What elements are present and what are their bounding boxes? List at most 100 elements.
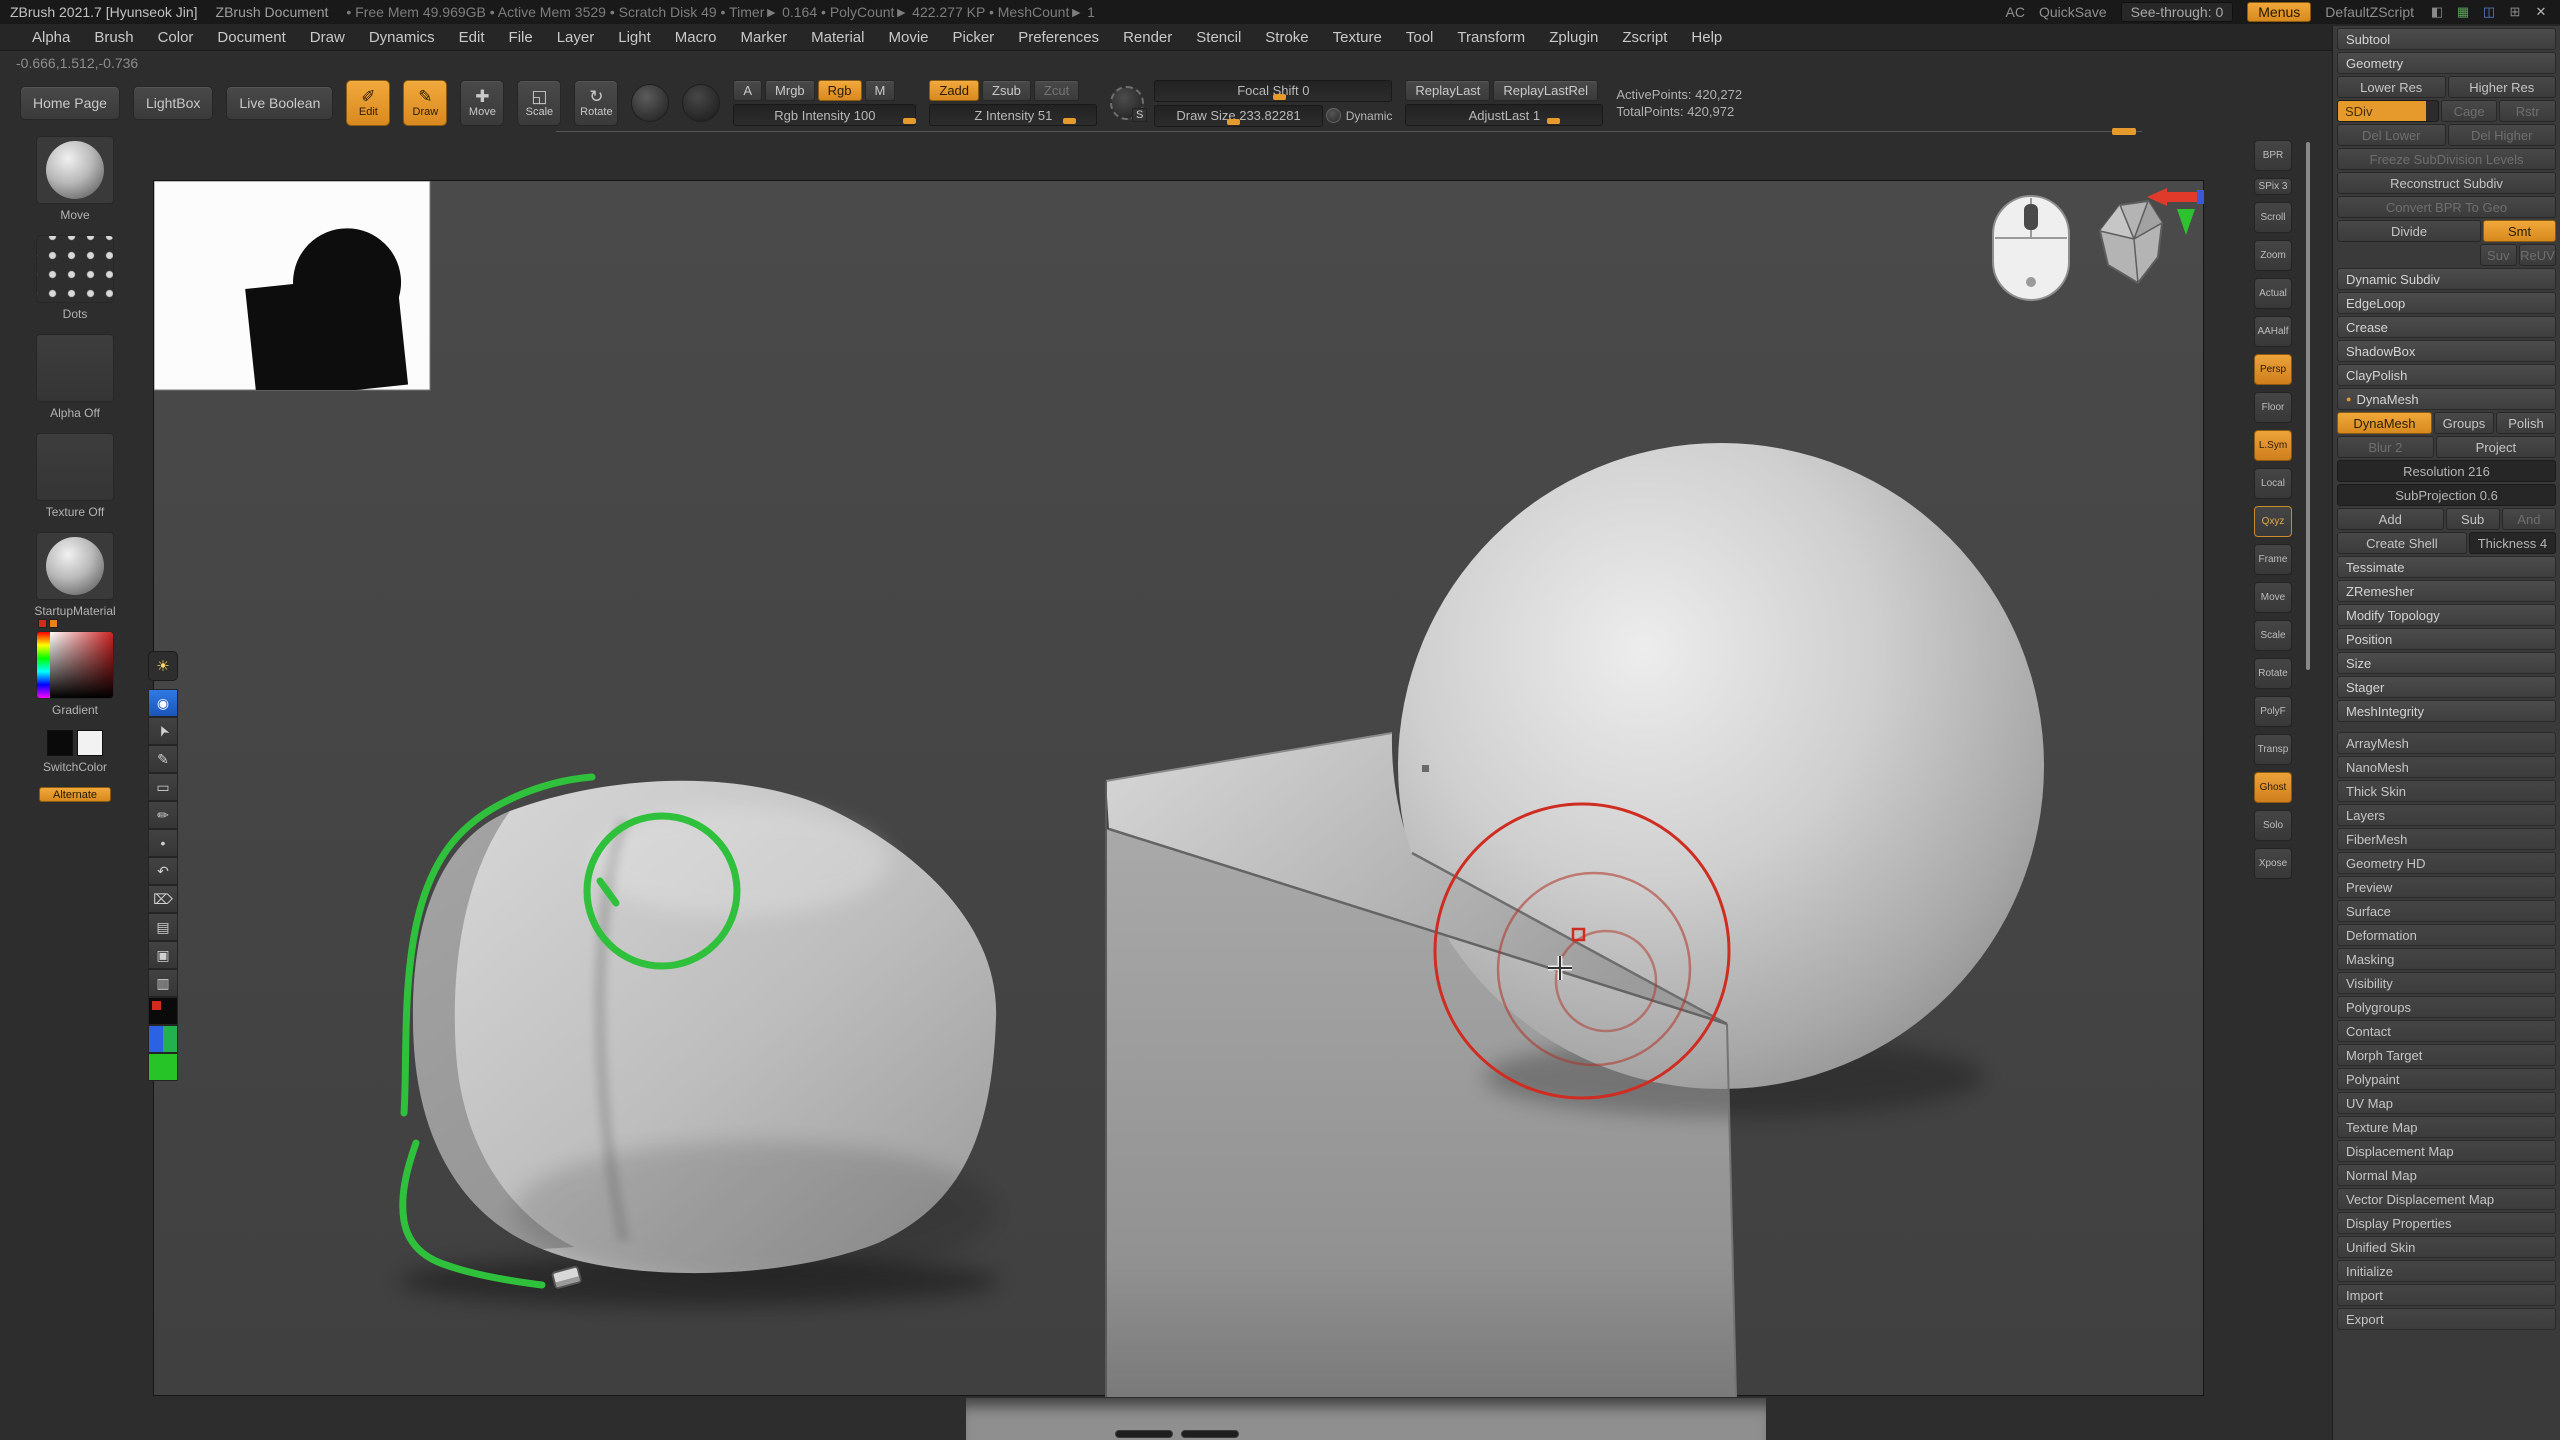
swatch-black-red[interactable] bbox=[148, 997, 178, 1025]
menu-item[interactable]: Alpha bbox=[20, 29, 82, 46]
lightbox-button[interactable]: LightBox bbox=[133, 86, 213, 120]
undo-icon[interactable]: ↶ bbox=[148, 857, 178, 885]
delete-icon[interactable]: ⌦ bbox=[148, 885, 178, 913]
project-toggle[interactable]: Project bbox=[2436, 436, 2556, 458]
menu-item[interactable]: Tool bbox=[1394, 29, 1446, 46]
adjust-last-slider[interactable]: AdjustLast 1 bbox=[1405, 104, 1603, 126]
palette-section[interactable]: Morph Target bbox=[2337, 1044, 2556, 1066]
collapsed-section[interactable]: Modify Topology bbox=[2337, 604, 2556, 626]
menu-item[interactable]: Brush bbox=[82, 29, 145, 46]
palette-section[interactable]: Surface bbox=[2337, 900, 2556, 922]
sub-toggle[interactable]: Sub bbox=[2446, 508, 2500, 530]
menu-item[interactable]: Help bbox=[1679, 29, 1734, 46]
replay-last-button[interactable]: ReplayLast bbox=[1405, 80, 1490, 101]
slider-thumb[interactable] bbox=[1063, 118, 1076, 124]
scale-button[interactable]: ◱ Scale bbox=[517, 80, 561, 126]
menu-item[interactable]: Transform bbox=[1445, 29, 1537, 46]
m-toggle[interactable]: M bbox=[865, 80, 896, 101]
menu-item[interactable]: Render bbox=[1111, 29, 1184, 46]
marquee-icon[interactable]: ▭ bbox=[148, 773, 178, 801]
apps-icon[interactable]: ⊞ bbox=[2506, 3, 2524, 21]
menu-item[interactable]: Color bbox=[146, 29, 206, 46]
clipboard-icon[interactable]: ▥ bbox=[148, 969, 178, 997]
stroke-icon[interactable]: S bbox=[1110, 86, 1144, 120]
right-shelf-button[interactable]: Rotate bbox=[2254, 658, 2292, 689]
stroke-preview-icon[interactable] bbox=[631, 84, 669, 122]
layout-icon[interactable]: ▦ bbox=[2454, 3, 2472, 21]
gradient-picker[interactable] bbox=[37, 632, 113, 698]
resolution-slider[interactable]: Resolution 216 bbox=[2337, 460, 2556, 482]
sdiv-slider[interactable]: SDiv bbox=[2337, 100, 2439, 122]
z-intensity-slider[interactable]: Z Intensity 51 bbox=[929, 104, 1097, 126]
anti-alias-toggle[interactable]: A bbox=[733, 80, 762, 101]
collapsed-section[interactable]: EdgeLoop bbox=[2337, 292, 2556, 314]
palette-section[interactable]: ArrayMesh bbox=[2337, 732, 2556, 754]
draw-button[interactable]: ✎ Draw bbox=[403, 80, 447, 126]
palette-section[interactable]: Unified Skin bbox=[2337, 1236, 2556, 1258]
del-lower-button[interactable]: Del Lower bbox=[2337, 124, 2446, 146]
menu-item[interactable]: Document bbox=[205, 29, 297, 46]
cursor-icon[interactable]: ➤ bbox=[148, 717, 178, 745]
palette-section[interactable]: Masking bbox=[2337, 948, 2556, 970]
blur-slider[interactable]: Blur 2 bbox=[2337, 436, 2434, 458]
palette-section[interactable]: Export bbox=[2337, 1308, 2556, 1330]
palette-section[interactable]: NanoMesh bbox=[2337, 756, 2556, 778]
right-shelf-button[interactable]: Transp bbox=[2254, 734, 2292, 765]
zcut-toggle[interactable]: Zcut bbox=[1034, 80, 1079, 101]
right-shelf-button[interactable]: Move bbox=[2254, 582, 2292, 613]
right-shelf-button[interactable]: Actual bbox=[2254, 278, 2292, 309]
palette-section[interactable]: Normal Map bbox=[2337, 1164, 2556, 1186]
menu-item[interactable]: Marker bbox=[728, 29, 799, 46]
dot-brush-icon[interactable]: • bbox=[148, 829, 178, 857]
sculpt-blob[interactable] bbox=[413, 781, 996, 1281]
menu-item[interactable]: Movie bbox=[876, 29, 940, 46]
palette-section[interactable]: Visibility bbox=[2337, 972, 2556, 994]
reconstruct-subdiv-button[interactable]: Reconstruct Subdiv bbox=[2337, 172, 2556, 194]
right-shelf-button[interactable]: Zoom bbox=[2254, 240, 2292, 271]
palette-section[interactable]: FiberMesh bbox=[2337, 828, 2556, 850]
palette-section[interactable]: Polygroups bbox=[2337, 996, 2556, 1018]
saturation-box[interactable] bbox=[50, 632, 113, 698]
eye-icon[interactable]: ◉ bbox=[148, 689, 178, 717]
lightbulb-icon[interactable]: ☀ bbox=[148, 651, 178, 681]
right-shelf-button[interactable]: L.Sym bbox=[2254, 430, 2292, 461]
palette-section[interactable]: Import bbox=[2337, 1284, 2556, 1306]
collapsed-section[interactable]: Dynamic Subdiv bbox=[2337, 268, 2556, 290]
higher-res-button[interactable]: Higher Res bbox=[2448, 76, 2557, 98]
subprojection-slider[interactable]: SubProjection 0.6 bbox=[2337, 484, 2556, 506]
hue-bar[interactable] bbox=[37, 632, 50, 698]
palette-section[interactable]: Polypaint bbox=[2337, 1068, 2556, 1090]
zsub-toggle[interactable]: Zsub bbox=[982, 80, 1031, 101]
palette-section[interactable]: Texture Map bbox=[2337, 1116, 2556, 1138]
subtool-section[interactable]: Subtool bbox=[2337, 28, 2556, 50]
collapsed-section[interactable]: Tessimate bbox=[2337, 556, 2556, 578]
freeze-subdiv-button[interactable]: Freeze SubDivision Levels bbox=[2337, 148, 2556, 170]
collapsed-section[interactable]: Size bbox=[2337, 652, 2556, 674]
right-shelf-button[interactable]: Xpose bbox=[2254, 848, 2292, 879]
material-selector[interactable]: StartupMaterial bbox=[34, 532, 115, 618]
link-icon[interactable]: ◧ bbox=[2428, 3, 2446, 21]
slider-thumb[interactable] bbox=[1227, 119, 1240, 125]
rstr-button[interactable]: Rstr bbox=[2499, 100, 2556, 122]
menu-item[interactable]: Zscript bbox=[1610, 29, 1679, 46]
pen-icon[interactable]: ✎ bbox=[148, 745, 178, 773]
right-shelf-button[interactable]: Floor bbox=[2254, 392, 2292, 423]
add-toggle[interactable]: Add bbox=[2337, 508, 2444, 530]
menu-item[interactable]: Dynamics bbox=[357, 29, 447, 46]
swatch-blue-green[interactable] bbox=[148, 1025, 178, 1053]
palette-section[interactable]: Thick Skin bbox=[2337, 780, 2556, 802]
dynamesh-section[interactable]: ● DynaMesh bbox=[2337, 388, 2556, 410]
collapsed-section[interactable]: Position bbox=[2337, 628, 2556, 650]
menu-item[interactable]: Macro bbox=[663, 29, 729, 46]
stroke-selector[interactable]: Dots bbox=[36, 235, 114, 321]
right-shelf-button[interactable]: Persp bbox=[2254, 354, 2292, 385]
menu-item[interactable]: Layer bbox=[545, 29, 607, 46]
move-button[interactable]: ✚ Move bbox=[460, 80, 504, 126]
right-shelf-button[interactable]: PolyF bbox=[2254, 696, 2292, 727]
right-shelf-button[interactable]: Scale bbox=[2254, 620, 2292, 651]
alpha-preview-icon[interactable] bbox=[682, 84, 720, 122]
create-shell-button[interactable]: Create Shell bbox=[2337, 532, 2467, 554]
zadd-toggle[interactable]: Zadd bbox=[929, 80, 979, 101]
right-shelf-button[interactable]: Solo bbox=[2254, 810, 2292, 841]
rgb-intensity-slider[interactable]: Rgb Intensity 100 bbox=[733, 104, 916, 126]
